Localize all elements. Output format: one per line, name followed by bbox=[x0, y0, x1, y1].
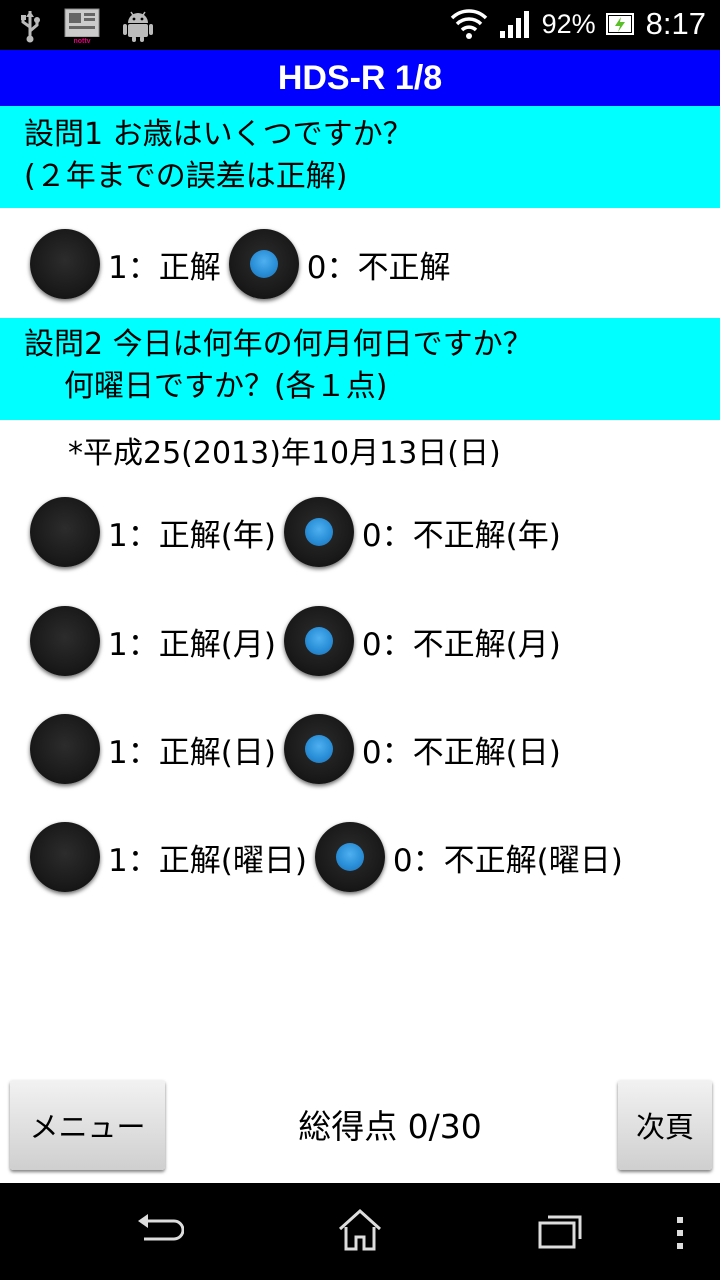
q2-year-incorrect-radio[interactable] bbox=[283, 497, 354, 567]
question2-header: 設問2 今日は何年の何月何日ですか？ 何曜日ですか？(各１点) bbox=[0, 318, 720, 420]
q2-month-correct-radio[interactable] bbox=[30, 606, 100, 676]
battery-percent: 92% bbox=[541, 8, 596, 39]
q1-incorrect-label[interactable]: 0：不正解 bbox=[307, 242, 451, 287]
q1-incorrect-radio[interactable] bbox=[228, 229, 299, 299]
news-app-icon-text: nottv bbox=[73, 38, 90, 44]
q2-month-radio-group: 1：正解(月) 0：不正解(月) bbox=[30, 605, 569, 677]
question1-line1: 設問1 お歳はいくつですか？ bbox=[24, 117, 413, 152]
q2-month-incorrect-label[interactable]: 0：不正解(月) bbox=[362, 619, 561, 664]
home-icon[interactable] bbox=[336, 1207, 384, 1253]
question2-line1: 設問2 今日は何年の何月何日ですか？ bbox=[24, 327, 533, 362]
page-title: HDS-R 1/8 bbox=[0, 50, 720, 106]
battery-charging-icon bbox=[605, 13, 634, 35]
q2-day-correct-label[interactable]: 1：正解(日) bbox=[108, 727, 276, 772]
question1-line2: (２年までの誤差は正解) bbox=[24, 159, 348, 194]
q2-day-incorrect-radio[interactable] bbox=[283, 714, 354, 784]
next-page-button[interactable]: 次頁 bbox=[618, 1080, 712, 1170]
usb-icon bbox=[21, 11, 40, 43]
q2-weekday-incorrect-label[interactable]: 0：不正解(曜日) bbox=[393, 835, 623, 880]
q1-correct-label[interactable]: 1：正解 bbox=[108, 242, 221, 287]
question2-hint: *平成25(2013)年10月13日(日) bbox=[68, 436, 501, 471]
navigation-bar bbox=[0, 1183, 720, 1280]
signal-icon bbox=[499, 11, 529, 38]
app-content: HDS-R 1/8 設問1 お歳はいくつですか？ (２年までの誤差は正解) 1：… bbox=[0, 50, 720, 1183]
question1-radio-group: 1：正解 0：不正解 bbox=[30, 228, 458, 300]
q2-year-incorrect-label[interactable]: 0：不正解(年) bbox=[362, 510, 561, 555]
q2-day-radio-group: 1：正解(日) 0：不正解(日) bbox=[30, 713, 569, 785]
recent-apps-icon[interactable] bbox=[536, 1211, 584, 1251]
menu-button[interactable]: メニュー bbox=[10, 1080, 165, 1170]
q1-correct-radio[interactable] bbox=[30, 229, 100, 299]
question1-header: 設問1 お歳はいくつですか？ (２年までの誤差は正解) bbox=[0, 106, 720, 208]
q2-day-incorrect-label[interactable]: 0：不正解(日) bbox=[362, 727, 561, 772]
q2-weekday-incorrect-radio[interactable] bbox=[314, 822, 385, 892]
clock: 8:17 bbox=[645, 6, 706, 41]
status-bar: nottv 92% 8:17 bbox=[0, 0, 720, 50]
android-icon bbox=[123, 11, 153, 42]
q2-month-incorrect-radio[interactable] bbox=[283, 606, 354, 676]
news-app-icon: nottv bbox=[64, 8, 100, 44]
q2-weekday-correct-radio[interactable] bbox=[30, 822, 100, 892]
q2-year-radio-group: 1：正解(年) 0：不正解(年) bbox=[30, 496, 569, 568]
wifi-icon bbox=[450, 9, 487, 39]
question2-line2: 何曜日ですか？(各１点) bbox=[64, 369, 388, 404]
overflow-menu-icon[interactable] bbox=[674, 1215, 686, 1251]
q2-year-correct-radio[interactable] bbox=[30, 497, 100, 567]
q2-year-correct-label[interactable]: 1：正解(年) bbox=[108, 510, 276, 555]
q2-month-correct-label[interactable]: 1：正解(月) bbox=[108, 619, 276, 664]
q2-weekday-radio-group: 1：正解(曜日) 0：不正解(曜日) bbox=[30, 821, 631, 893]
q2-weekday-correct-label[interactable]: 1：正解(曜日) bbox=[108, 835, 307, 880]
back-icon[interactable] bbox=[134, 1211, 184, 1251]
q2-day-correct-radio[interactable] bbox=[30, 714, 100, 784]
